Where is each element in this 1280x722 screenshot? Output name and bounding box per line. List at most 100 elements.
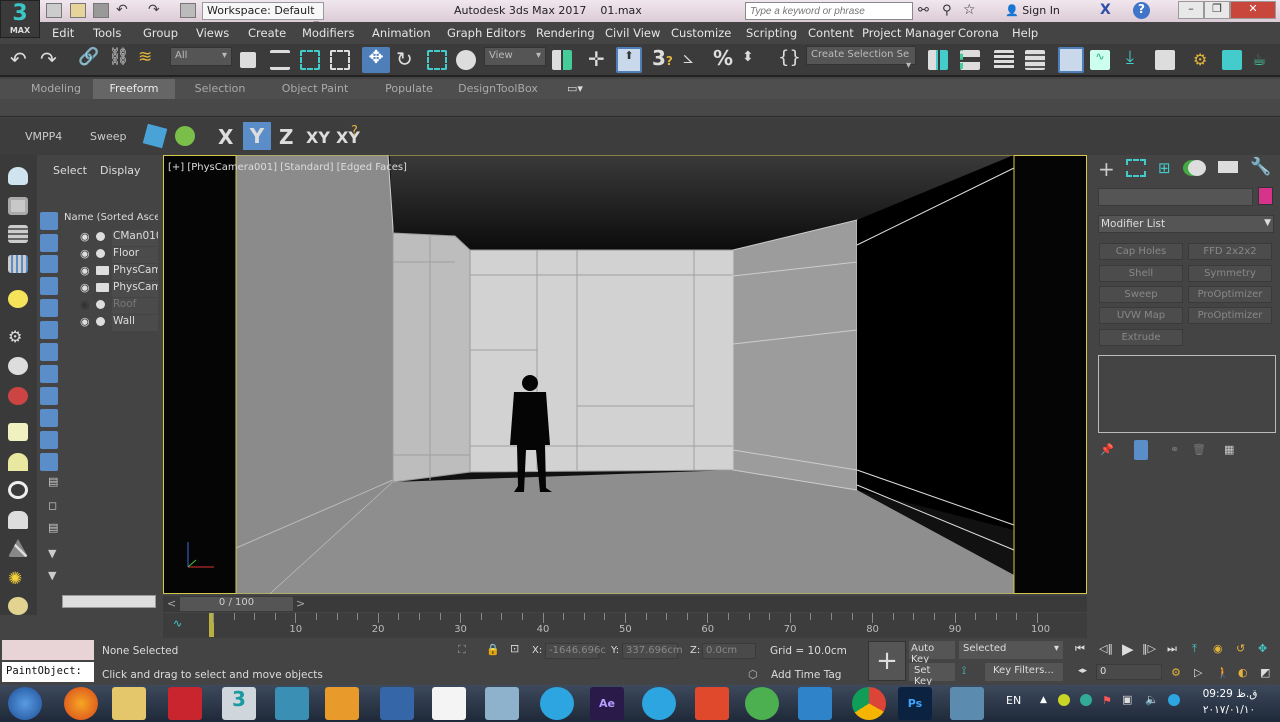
key-mode-toggle-icon[interactable]: ◂▸ [1078, 666, 1087, 676]
menu-edit[interactable]: Edit [52, 26, 74, 40]
axis-z-button[interactable]: Z [279, 125, 294, 149]
explorer-row[interactable]: ◉ PhysCam [62, 263, 158, 280]
current-frame-field[interactable]: 0 [1096, 664, 1162, 680]
tool-cube-icon[interactable] [142, 123, 168, 149]
curve-editor-mini-icon[interactable]: ∿ [173, 617, 182, 630]
menu-views[interactable]: Views [196, 26, 229, 40]
search-input[interactable] [745, 2, 913, 20]
filter-icon[interactable]: ▼ [48, 547, 56, 560]
filter-xrefs-icon[interactable] [40, 365, 58, 383]
fov-icon[interactable]: ▷ [1194, 666, 1202, 679]
roll-icon[interactable]: ◐ [1238, 666, 1248, 679]
name-column-header[interactable]: Name (Sorted Ascer [64, 212, 158, 223]
menu-tools[interactable]: Tools [93, 26, 121, 40]
modifier-symmetry-button[interactable]: Symmetry [1188, 265, 1272, 282]
geosphere-icon[interactable] [8, 511, 28, 529]
modifier-ffd-button[interactable]: FFD 2x2x2 [1188, 243, 1272, 260]
after-effects-taskbar-icon[interactable]: Ae [590, 687, 624, 720]
show-end-result-icon[interactable] [1134, 440, 1148, 460]
time-slider-thumb[interactable]: 0 / 100 [180, 597, 293, 611]
network-icon[interactable]: ▣ [1122, 693, 1132, 706]
window-crossing-icon[interactable] [330, 50, 350, 70]
bind-space-warp-icon[interactable]: ≋ [138, 47, 158, 67]
axis-x-button[interactable]: X [218, 125, 233, 149]
render-icon[interactable] [8, 357, 28, 375]
telegram-2-taskbar-icon[interactable] [642, 687, 676, 720]
modifier-cap-holes-button[interactable]: Cap Holes [1099, 243, 1183, 260]
video-converter-taskbar-icon[interactable] [380, 687, 414, 720]
visibility-eye-icon[interactable]: ◉ [80, 264, 90, 277]
zoom-icon[interactable]: ⤒ [1192, 642, 1197, 656]
list-icon[interactable] [8, 225, 28, 243]
restore-button[interactable]: ❐ [1204, 1, 1230, 19]
tab-modeling[interactable]: Modeling [20, 79, 92, 99]
project-folder-icon[interactable] [180, 3, 196, 18]
filter-cameras-icon[interactable] [40, 277, 58, 295]
menu-rendering[interactable]: Rendering [536, 26, 595, 40]
orbit-icon[interactable]: ↺ [1236, 642, 1245, 655]
satellite-icon[interactable]: ⚲ [942, 3, 952, 18]
spinner-snap-icon[interactable]: ⬍ [742, 49, 762, 69]
start-button[interactable] [8, 687, 42, 720]
visibility-eye-icon[interactable]: ◉ [80, 247, 90, 260]
display-all-icon[interactable]: ▤ [48, 475, 58, 488]
hierarchy-tab-icon[interactable]: ⊞ [1158, 159, 1171, 177]
scene-explorer-toggle-icon[interactable] [994, 50, 1014, 70]
tool-sphere-icon[interactable] [175, 126, 195, 146]
light-lister-icon[interactable] [8, 290, 28, 308]
filter-shapes-icon[interactable] [40, 234, 58, 252]
filter-geometry-icon[interactable] [40, 212, 58, 230]
image-viewer-taskbar-icon[interactable] [485, 687, 519, 720]
play-icon[interactable]: ▶ [1122, 640, 1134, 658]
x-coordinate-field[interactable]: -1646.696c [545, 643, 606, 659]
selection-lock-icon[interactable]: 🔒 [486, 643, 500, 656]
sketchup-taskbar-icon[interactable] [275, 687, 309, 720]
chrome-taskbar-icon[interactable] [852, 687, 886, 720]
firefox-taskbar-icon[interactable] [64, 687, 98, 720]
filter-helpers-icon[interactable] [40, 299, 58, 317]
go-to-end-icon[interactable]: ⏭ [1167, 642, 1177, 656]
torus-icon[interactable] [8, 481, 28, 499]
explorer-row[interactable]: ◉ Roof [62, 297, 158, 314]
time-slider[interactable]: < 0 / 100 > [163, 596, 1087, 612]
mirror-icon[interactable] [928, 50, 948, 70]
rectangular-selection-icon[interactable] [300, 50, 320, 70]
minimize-button[interactable]: – [1178, 1, 1204, 19]
clock-date[interactable]: ۲۰۱۷/۰۱/۱۰ [1196, 704, 1262, 716]
visibility-eye-icon[interactable]: ◉ [80, 298, 90, 311]
help-icon[interactable]: ? [1133, 2, 1150, 19]
ribbon-options-icon[interactable]: ▭▾ [562, 79, 588, 99]
explorer-row[interactable]: ◉ Wall [62, 314, 158, 331]
cameras-icon[interactable]: ⚙ [8, 327, 28, 346]
z-coordinate-field[interactable]: 0.0cm [702, 643, 756, 659]
modifier-prooptimizer-button[interactable]: ProOptimizer [1188, 286, 1272, 303]
modifier-shell-button[interactable]: Shell [1099, 265, 1183, 282]
rendered-frame-window-icon[interactable] [1222, 50, 1242, 70]
autocad-taskbar-icon[interactable] [168, 687, 202, 720]
y-coordinate-field[interactable]: 337.696cm [622, 643, 683, 659]
save-icon[interactable] [93, 3, 109, 18]
explorer-row[interactable]: ◉ Floor [62, 246, 158, 263]
pan-icon[interactable]: ✥ [1258, 642, 1267, 655]
object-color-swatch[interactable] [1258, 187, 1273, 205]
filter-containers-icon[interactable] [40, 409, 58, 427]
modifier-sweep-button[interactable]: Sweep [1099, 286, 1183, 303]
globe-taskbar-icon[interactable] [745, 687, 779, 720]
tray-flag-icon[interactable]: ⚑ [1102, 694, 1112, 707]
tab-object-paint[interactable]: Object Paint [270, 79, 360, 99]
menu-help[interactable]: Help [1012, 26, 1038, 40]
named-selection-dropdown[interactable]: Create Selection Se ▾ [806, 46, 916, 71]
align-icon[interactable] [960, 50, 980, 70]
explorer-row[interactable]: ◉ PhysCam [62, 280, 158, 297]
select-by-name-icon[interactable] [270, 50, 290, 70]
sun-icon[interactable]: ✺ [8, 569, 28, 589]
key-filters-button[interactable]: Key Filters... [985, 663, 1063, 681]
timeline-icon[interactable] [8, 255, 28, 273]
named-selection-icon[interactable]: {} [778, 47, 801, 68]
axis-y-button[interactable]: Y [243, 122, 271, 150]
key-tangent-icon[interactable]: ⟟ [962, 664, 966, 678]
go-to-start-icon[interactable]: ⏮ [1075, 642, 1085, 656]
explorer-horizontal-scrollbar[interactable] [62, 595, 156, 608]
modifier-extrude-button[interactable]: Extrude [1099, 329, 1183, 346]
render-setup-icon[interactable]: ⚙ [1193, 50, 1213, 70]
